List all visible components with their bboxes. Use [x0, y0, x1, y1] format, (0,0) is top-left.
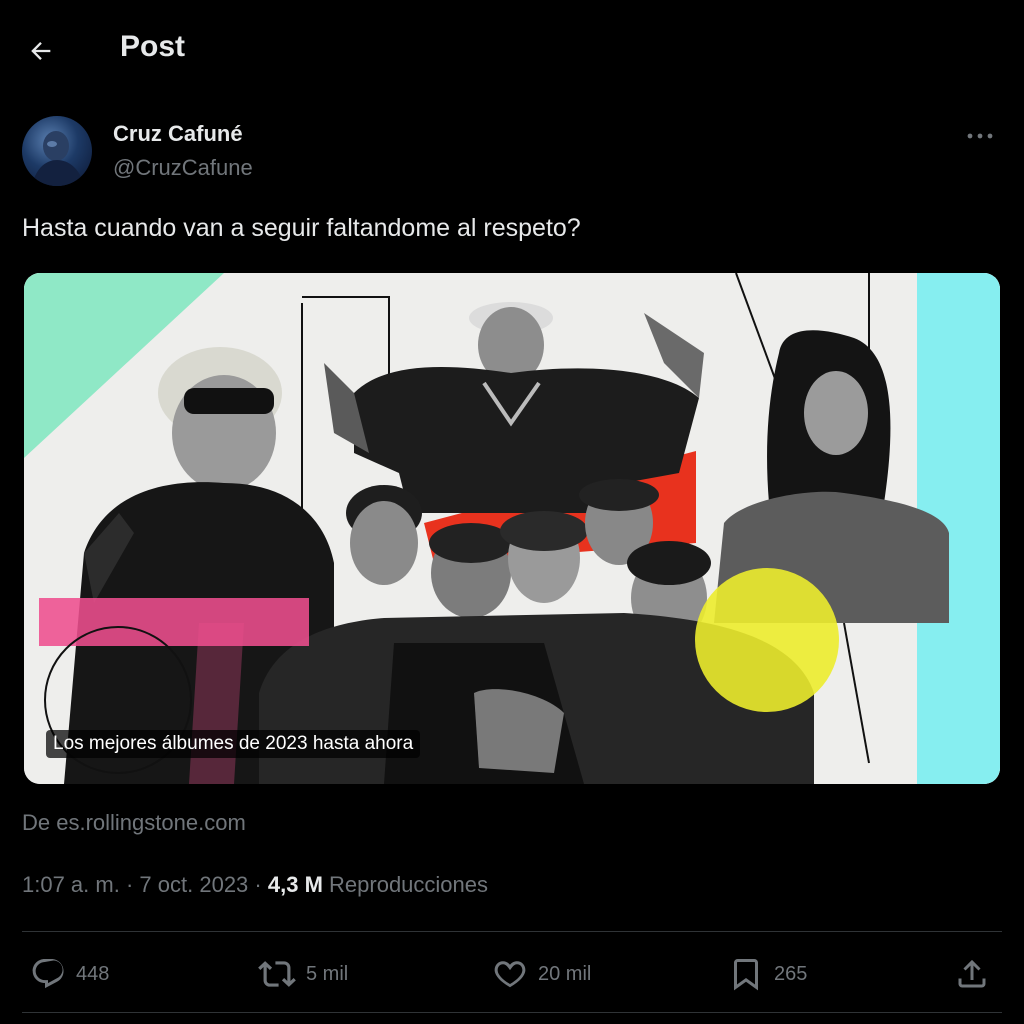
more-button[interactable] [962, 122, 998, 150]
bookmark-icon [734, 959, 758, 991]
more-icon [967, 133, 993, 139]
author-handle[interactable]: @CruzCafune [113, 155, 253, 181]
view-count: 4,3 M [267, 872, 323, 897]
avatar[interactable] [22, 116, 92, 186]
page-title: Post [120, 30, 186, 63]
divider [22, 1012, 1002, 1013]
back-button[interactable] [22, 32, 60, 70]
bookmark-button[interactable]: 265 [728, 948, 807, 1000]
view-count-label: Reproducciones [329, 872, 489, 897]
meta-separator: · [125, 872, 134, 897]
header: Post [0, 0, 1024, 104]
post-author: Cruz Cafuné @CruzCafune [22, 116, 1002, 188]
avatar-image [32, 131, 84, 186]
post-text: Hasta cuando van a seguir faltandome al … [22, 214, 581, 242]
share-button[interactable] [954, 948, 990, 1000]
bookmark-count: 265 [774, 962, 808, 985]
card-image [24, 273, 1000, 784]
link-card[interactable]: Los mejores álbumes de 2023 hasta ahora [24, 273, 1000, 784]
reply-icon [32, 959, 64, 989]
repost-icon [258, 961, 296, 987]
like-button[interactable]: 20 mil [492, 948, 591, 1000]
post-time[interactable]: 1:07 a. m. [22, 872, 120, 897]
reply-button[interactable]: 448 [30, 948, 109, 1000]
repost-button[interactable]: 5 mil [258, 948, 348, 1000]
like-count: 20 mil [538, 962, 592, 985]
divider [22, 931, 1002, 932]
reply-count: 448 [76, 962, 110, 985]
back-arrow-icon [31, 42, 51, 60]
post-date[interactable]: 7 oct. 2023 [139, 872, 248, 897]
card-caption: Los mejores álbumes de 2023 hasta ahora [46, 730, 421, 758]
meta-separator: · [254, 872, 262, 897]
like-icon [494, 961, 526, 988]
post-meta: 1:07 a. m. · 7 oct. 2023 · 4,3 M Reprodu… [22, 872, 488, 898]
post-actions: 448 5 mil 20 mil 265 [22, 948, 1002, 1000]
card-source-link[interactable]: De es.rollingstone.com [22, 810, 246, 836]
repost-count: 5 mil [306, 962, 349, 985]
share-icon [958, 959, 986, 988]
author-name[interactable]: Cruz Cafuné [113, 121, 243, 147]
